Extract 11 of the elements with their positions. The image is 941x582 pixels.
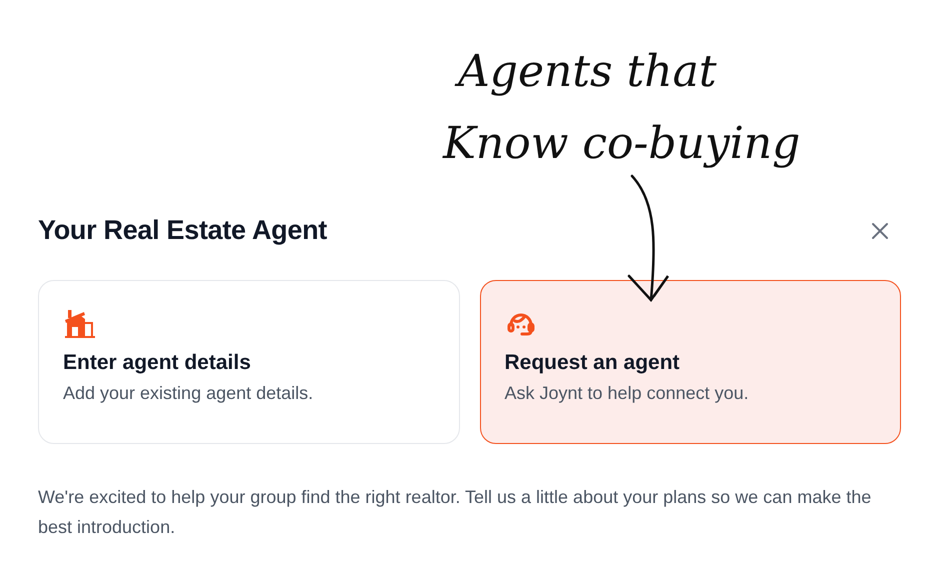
close-icon [871, 222, 889, 240]
option-title: Enter agent details [63, 351, 252, 375]
option-description: Add your existing agent details. [63, 383, 314, 404]
house-icon [63, 307, 97, 339]
handwritten-note: Know co-buying [443, 122, 800, 166]
option-card[interactable]: Request an agent Ask Joynt to help connect you. [480, 280, 901, 444]
option-card[interactable]: Enter agent details Add your existing agent details. [38, 280, 460, 444]
dialog-title: Your Real Estate Agent [38, 215, 327, 246]
option-title: Request an agent [504, 351, 681, 375]
option-description: Ask Joynt to help connect you. [504, 383, 750, 404]
intro-message: We're excited to help your group find the right realtor. Tell us a little about your plans so we can make the best introduction. [38, 486, 872, 539]
